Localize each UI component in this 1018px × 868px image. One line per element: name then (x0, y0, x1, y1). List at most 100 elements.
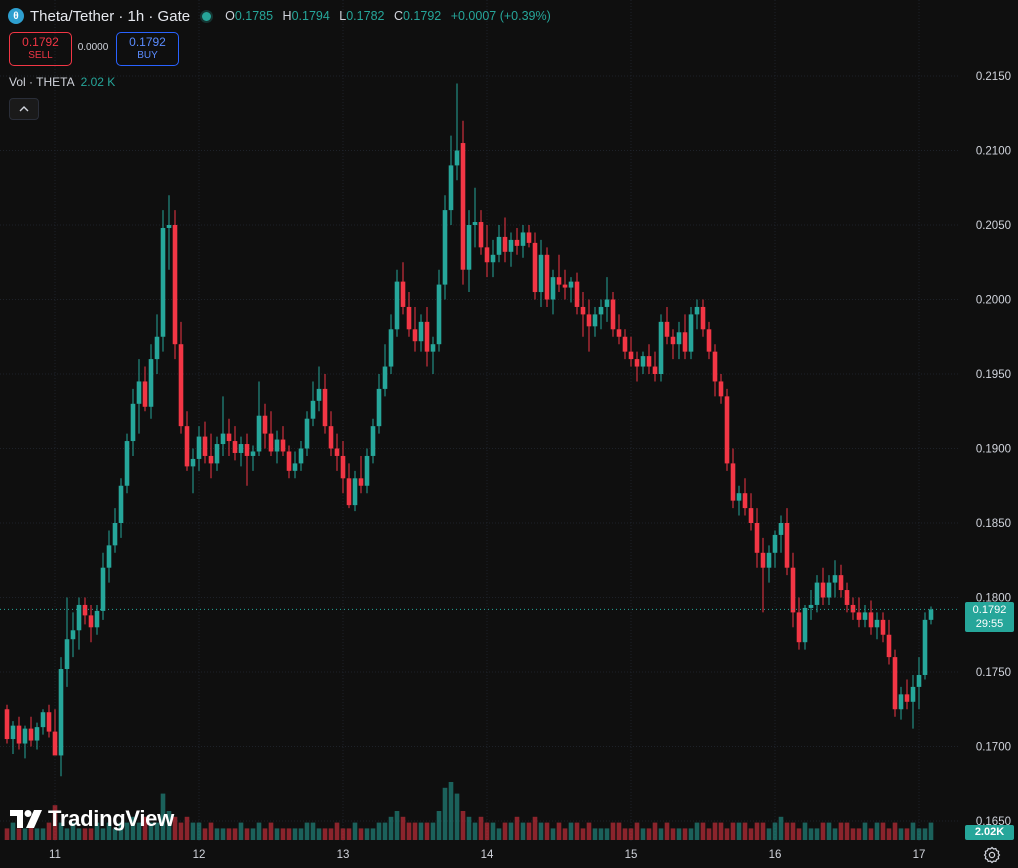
candle (406, 292, 412, 337)
chart-grid (0, 0, 960, 843)
candle (214, 436, 220, 471)
open-label: O (225, 9, 235, 23)
gear-icon[interactable] (983, 846, 1001, 864)
candle (544, 247, 550, 307)
candle-body (520, 232, 526, 246)
candle (874, 612, 880, 640)
candle-body (226, 433, 232, 442)
candle (460, 120, 466, 285)
candle (748, 493, 754, 531)
candle-body (712, 351, 718, 382)
volume-bar (592, 828, 598, 840)
candle-body (82, 604, 88, 616)
market-status-dot[interactable] (202, 11, 212, 21)
candle-body (352, 478, 358, 506)
candle-body (742, 493, 748, 509)
candle-body (358, 478, 364, 486)
candle (880, 612, 886, 643)
candle (586, 299, 592, 352)
candle (574, 272, 580, 315)
candle-body (832, 575, 838, 583)
candle-body (754, 523, 760, 553)
volume-bar (310, 822, 316, 840)
candle-body (388, 329, 394, 367)
candle-body (574, 281, 580, 307)
candle (826, 575, 832, 605)
tradingview-logo[interactable]: TradingView (10, 806, 174, 832)
volume-bar (424, 822, 430, 840)
volume-bar (274, 828, 280, 840)
volume-bar (904, 828, 910, 840)
candle-body (184, 426, 190, 467)
buy-label: BUY (137, 50, 158, 61)
sell-button[interactable]: 0.1792 SELL (9, 32, 72, 66)
ohlc-values: O0.1785 H0.1794 L0.1782 C0.1792 +0.0007 … (219, 9, 551, 23)
candle (184, 411, 190, 471)
candle-body (448, 165, 454, 211)
candle (208, 433, 214, 479)
chart-header: θ Theta/Tether · 1h · Gate O0.1785 H0.17… (8, 6, 551, 26)
buy-button[interactable]: 0.1792 BUY (116, 32, 179, 66)
candle-body (154, 336, 160, 360)
candle-body (160, 227, 166, 337)
volume-bar (406, 822, 412, 840)
candle (772, 530, 778, 568)
candle-body (550, 277, 556, 300)
volume-bar (442, 787, 448, 840)
price-chart[interactable]: 0.2150 0.2100 0.2050 0.2000 0.1950 0.1900 0.18… (0, 0, 1018, 868)
symbol-title[interactable]: Theta/Tether · 1h · Gate (30, 8, 190, 25)
candle (232, 426, 238, 461)
candle-body (88, 615, 94, 628)
volume-bar (502, 822, 508, 840)
volume-legend[interactable]: Vol · THETA 2.02 K (9, 75, 115, 89)
candle (916, 657, 922, 710)
candle (34, 722, 40, 750)
time-tick-label: 16 (769, 849, 782, 861)
volume-bar (412, 822, 418, 840)
candle (250, 445, 256, 471)
candle-body (280, 439, 286, 452)
volume-bar (868, 828, 874, 840)
candle (616, 314, 622, 345)
candle (466, 210, 472, 293)
candle (742, 478, 748, 516)
candle-body (148, 359, 154, 407)
theta-coin-icon[interactable]: θ (8, 8, 24, 24)
volume-bar (706, 828, 712, 840)
candle (238, 436, 244, 467)
candle (508, 232, 514, 267)
candle-body (502, 236, 508, 252)
candle-body (274, 439, 280, 452)
candle (664, 306, 670, 345)
candle (70, 612, 76, 658)
candle-body (244, 444, 250, 456)
volume-legend-label: Vol · THETA (9, 75, 75, 89)
volume-bar (898, 828, 904, 840)
candle (568, 277, 574, 303)
time-axis: 11 12 13 14 15 16 17 (49, 849, 925, 861)
candle-body (694, 306, 700, 315)
volume-bar (364, 828, 370, 840)
candle (496, 225, 502, 263)
chevron-up-icon[interactable] (9, 98, 39, 120)
candle (106, 530, 112, 583)
candle-body (130, 403, 136, 442)
volume-bar (814, 828, 820, 840)
candle (298, 441, 304, 471)
candle (304, 411, 310, 456)
high-label: H (282, 9, 292, 23)
candle-body (100, 567, 106, 611)
candle-body (652, 366, 658, 374)
candle (652, 351, 658, 382)
candle-body (610, 299, 616, 330)
candle-body (298, 448, 304, 464)
volume-bar (460, 811, 466, 840)
candle-body (172, 225, 178, 345)
candle-body (232, 441, 238, 453)
candle-body (136, 381, 142, 404)
candle-body (292, 463, 298, 471)
candle (10, 721, 16, 754)
candle-body (460, 143, 466, 270)
candle (160, 210, 166, 352)
candle-body (802, 607, 808, 643)
